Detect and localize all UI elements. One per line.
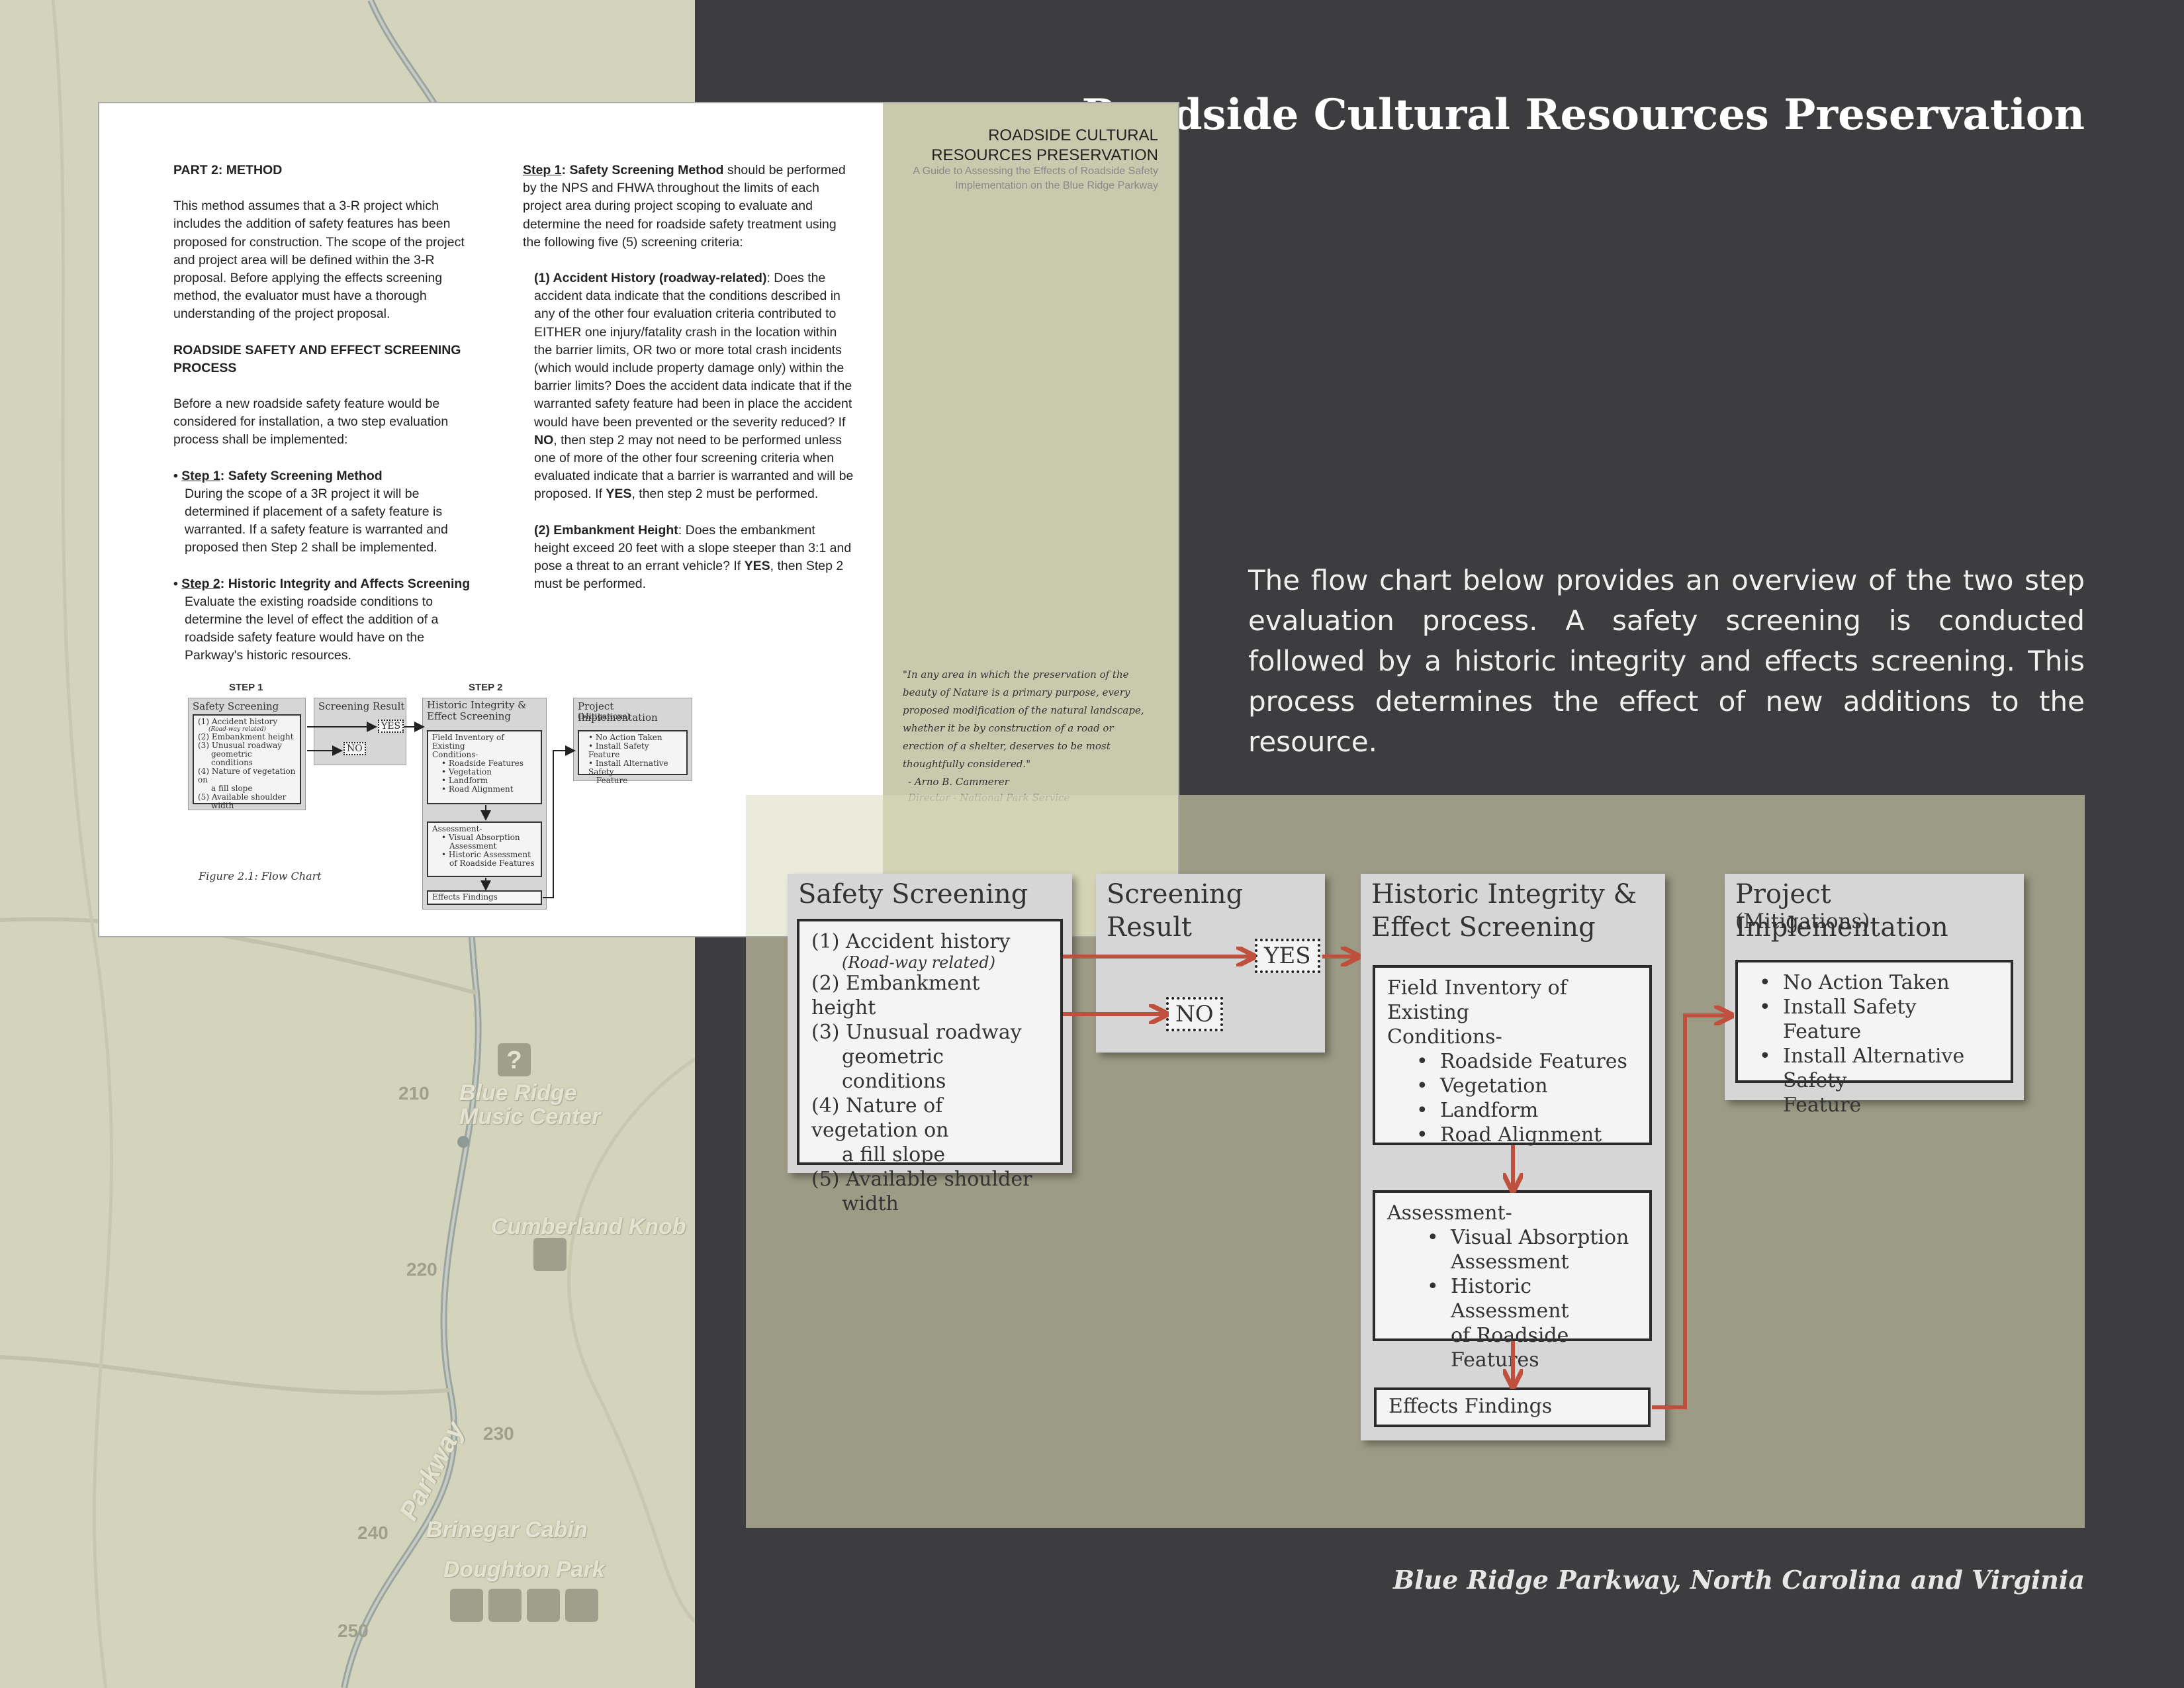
inventory-item: Road Alignment [1416, 1123, 1637, 1147]
assessment-item: of Roadside Features [1451, 1324, 1569, 1372]
field-inventory-box: Field Inventory of Existing Conditions- … [1373, 965, 1652, 1147]
criterion: geometric conditions [842, 1045, 946, 1093]
criterion: width [842, 1192, 899, 1215]
mitigation-item: Install Alternative Safety [1759, 1044, 1999, 1093]
yes-tag: YES [1255, 939, 1320, 973]
assessment-item: Visual Absorption [1427, 1225, 1637, 1250]
historic-integrity-title: Historic Integrity & Effect Screening [1371, 879, 1637, 943]
no-tag: NO [1166, 997, 1223, 1031]
assessment-item: Assessment [1451, 1250, 1569, 1274]
screening-result-title: Screening Result [1107, 879, 1244, 943]
historic-integrity-column: Historic Integrity & Effect Screening Fie… [1361, 874, 1665, 1440]
flowchart-arrows [1063, 0, 2184, 1409]
field-inventory-title: Field Inventory of Existing [1387, 976, 1567, 1024]
field-inventory-title: Conditions- [1387, 1025, 1502, 1049]
project-implementation-subtitle: (Mitigations) [1735, 910, 1870, 933]
inventory-item: Roadside Features [1416, 1049, 1637, 1074]
safety-screening-column: Safety Screening (1) Accident history (R… [788, 874, 1072, 1215]
assessment-title: Assessment- [1387, 1201, 1512, 1225]
criterion: a fill slope [842, 1143, 946, 1166]
flowchart: Safety Screening (1) Accident history (R… [0, 0, 2184, 1688]
criterion: (2) Embankment height [811, 972, 980, 1019]
effects-findings-box: Effects Findings [1374, 1387, 1651, 1427]
inventory-item: Landform [1416, 1098, 1637, 1123]
criterion: (3) Unusual roadway [811, 1021, 1022, 1044]
footer-location: Blue Ridge Parkway, North Carolina and V… [1392, 1565, 2085, 1595]
mitigations-box: No Action Taken Install Safety Feature I… [1735, 960, 2013, 1117]
mitigation-item: Install Safety Feature [1759, 995, 1999, 1044]
criterion: (5) Available shoulder [811, 1168, 1032, 1191]
safety-criteria-box: (1) Accident history (Road-way related) … [797, 919, 1063, 1215]
mitigation-item: Feature [1783, 1094, 1862, 1117]
criterion-note: (Road-way related) [842, 953, 995, 972]
mitigation-item: No Action Taken [1759, 970, 1999, 995]
screening-result-column: Screening Result YES NO [1096, 874, 1325, 1053]
assessment-box: Assessment- Visual Absorption Assessment… [1373, 1190, 1652, 1372]
criterion: (4) Nature of vegetation on [811, 1094, 949, 1142]
assessment-item: Historic Assessment [1427, 1274, 1637, 1323]
safety-screening-title: Safety Screening [798, 879, 1028, 910]
project-implementation-column: Project Implementation (Mitigations) No … [1725, 874, 2024, 1117]
inventory-item: Vegetation [1416, 1074, 1637, 1098]
criterion: (1) Accident history [811, 930, 1011, 953]
